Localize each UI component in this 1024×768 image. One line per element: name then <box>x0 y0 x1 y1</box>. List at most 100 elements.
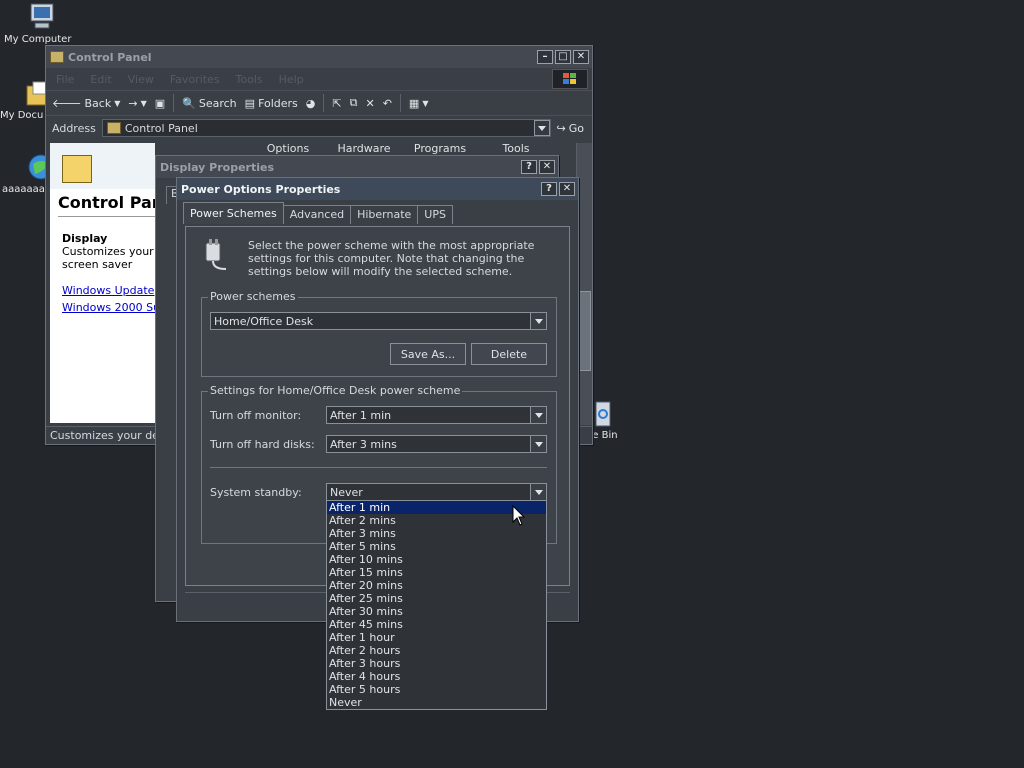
views-button[interactable]: ▦ ▼ <box>409 97 429 110</box>
search-icon: 🔍 <box>182 96 196 110</box>
desktop-icon-recycle-bin[interactable]: cle Bin <box>584 398 636 441</box>
combo-dropdown-button[interactable] <box>530 484 546 500</box>
go-arrow-icon: ↪ <box>556 121 566 135</box>
combo-dropdown-button[interactable] <box>530 436 546 452</box>
standby-option[interactable]: After 20 mins <box>327 579 546 592</box>
menu-favorites[interactable]: Favorites <box>170 73 220 86</box>
help-button[interactable]: ? <box>521 160 537 174</box>
menu-bar: File Edit View Favorites Tools Help <box>46 68 592 90</box>
tab-advanced[interactable]: Advanced <box>282 205 352 224</box>
window-title: Power Options Properties <box>181 182 341 196</box>
column-header-programs[interactable]: Programs <box>402 142 478 156</box>
address-label: Address <box>52 121 96 135</box>
delete-button[interactable]: Delete <box>471 343 547 365</box>
standby-option[interactable]: After 5 mins <box>327 540 546 553</box>
address-bar: Address Control Panel ↪ Go <box>46 116 592 140</box>
forward-button[interactable]: → ▼ <box>128 97 146 110</box>
turn-off-hard-disks-combo[interactable]: After 3 mins <box>326 435 547 453</box>
combo-dropdown-button[interactable] <box>530 407 546 423</box>
address-field[interactable]: Control Panel <box>101 119 551 137</box>
history-button[interactable]: ◕ <box>306 97 316 110</box>
standby-option[interactable]: After 10 mins <box>327 553 546 566</box>
standby-option[interactable]: After 30 mins <box>327 605 546 618</box>
standby-dropdown-list[interactable]: After 1 min After 2 mins After 3 mins After… <box>326 500 547 710</box>
control-panel-titlebar[interactable]: Control Panel – □ ✕ <box>46 46 592 68</box>
column-header-tools[interactable]: Tools <box>478 142 554 156</box>
delete-toolbar-button[interactable]: ✕ <box>365 97 374 110</box>
tab-power-schemes[interactable]: Power Schemes <box>183 202 284 224</box>
chevron-down-icon <box>534 489 543 495</box>
maximize-button[interactable]: □ <box>555 50 571 64</box>
standby-option[interactable]: After 5 hours <box>327 683 546 696</box>
combo-dropdown-button[interactable] <box>530 313 546 329</box>
search-button[interactable]: 🔍 Search <box>182 97 237 110</box>
column-headers: Options Hardware Programs Tools <box>250 142 575 156</box>
standby-option[interactable]: After 45 mins <box>327 618 546 631</box>
chevron-down-icon <box>534 318 543 324</box>
undo-button[interactable]: ↶ <box>383 97 392 110</box>
chevron-down-icon: ▼ <box>422 98 429 108</box>
group-label: Settings for Home/Office Desk power sche… <box>208 384 463 397</box>
power-scheme-combo[interactable]: Home/Office Desk <box>210 312 547 330</box>
power-schemes-group: Power schemes Home/Office Desk Save As..… <box>201 290 557 377</box>
mouse-cursor-icon <box>512 504 526 527</box>
toolbar: 🡐 Back ▼ → ▼ ▣ 🔍 Search ▤ Folders ◕ ⇱ ⧉ ✕ ↶ ▦… <box>46 90 592 116</box>
system-standby-combo[interactable]: Never <box>326 483 547 501</box>
desktop-icon-label: My Computer <box>4 34 72 45</box>
item-title: Display <box>62 232 108 245</box>
menu-tools[interactable]: Tools <box>236 73 263 86</box>
power-options-titlebar[interactable]: Power Options Properties ? ✕ <box>177 178 578 200</box>
help-button[interactable]: ? <box>541 182 557 196</box>
system-standby-label: System standby: <box>210 486 302 499</box>
close-button[interactable]: ✕ <box>539 160 555 174</box>
delete-icon: ✕ <box>365 96 375 110</box>
standby-option[interactable]: After 25 mins <box>327 592 546 605</box>
address-value: Control Panel <box>124 121 198 135</box>
divider <box>58 216 155 217</box>
menu-view[interactable]: View <box>128 73 154 86</box>
standby-option[interactable]: After 1 hour <box>327 631 546 644</box>
column-header-options[interactable]: Options <box>250 142 326 156</box>
standby-option[interactable]: After 2 hours <box>327 644 546 657</box>
menu-help[interactable]: Help <box>279 73 304 86</box>
history-icon: ◕ <box>305 96 316 110</box>
column-header-hardware[interactable]: Hardware <box>326 142 402 156</box>
standby-option[interactable]: After 3 mins <box>327 527 546 540</box>
standby-option[interactable]: Never <box>327 696 546 709</box>
desktop-icon-my-computer[interactable]: My Computer <box>2 2 80 45</box>
chevron-down-icon: ▼ <box>140 98 147 108</box>
up-folder-button[interactable]: ▣ <box>155 97 165 110</box>
windows-update-link[interactable]: Windows Update <box>62 284 154 297</box>
minimize-button[interactable]: – <box>537 50 553 64</box>
close-button[interactable]: ✕ <box>573 50 589 64</box>
window-title: Display Properties <box>160 160 275 174</box>
turn-off-monitor-combo[interactable]: After 1 min <box>326 406 547 424</box>
control-panel-icon <box>50 51 64 63</box>
move-to-button[interactable]: ⇱ <box>332 97 341 110</box>
turn-off-hard-disks-label: Turn off hard disks: <box>210 438 315 451</box>
save-as-button[interactable]: Save As... <box>390 343 466 365</box>
window-title: Control Panel <box>68 50 152 64</box>
tab-ups[interactable]: UPS <box>417 205 453 224</box>
menu-edit[interactable]: Edit <box>90 73 111 86</box>
copy-to-icon: ⧉ <box>349 96 358 109</box>
standby-option[interactable]: After 15 mins <box>327 566 546 579</box>
copy-to-button[interactable]: ⧉ <box>350 96 358 110</box>
close-button[interactable]: ✕ <box>559 182 575 196</box>
folders-button[interactable]: ▤ Folders <box>245 97 298 110</box>
address-dropdown-button[interactable] <box>533 120 550 136</box>
go-button[interactable]: ↪ Go <box>557 122 584 135</box>
windows-logo-icon <box>552 69 588 89</box>
scrollbar-thumb[interactable] <box>578 291 591 371</box>
standby-option[interactable]: After 4 hours <box>327 670 546 683</box>
menu-file[interactable]: File <box>56 73 74 86</box>
folders-icon: ▤ <box>244 96 256 110</box>
control-panel-icon <box>106 122 121 134</box>
back-button[interactable]: 🡐 Back ▼ <box>52 96 120 111</box>
standby-option[interactable]: After 3 hours <box>327 657 546 670</box>
display-properties-titlebar[interactable]: Display Properties ? ✕ <box>156 156 558 178</box>
chevron-down-icon <box>537 125 546 131</box>
standby-value: Never <box>330 485 363 499</box>
tab-hibernate[interactable]: Hibernate <box>350 205 419 224</box>
status-text: Customizes your desk <box>50 429 172 442</box>
